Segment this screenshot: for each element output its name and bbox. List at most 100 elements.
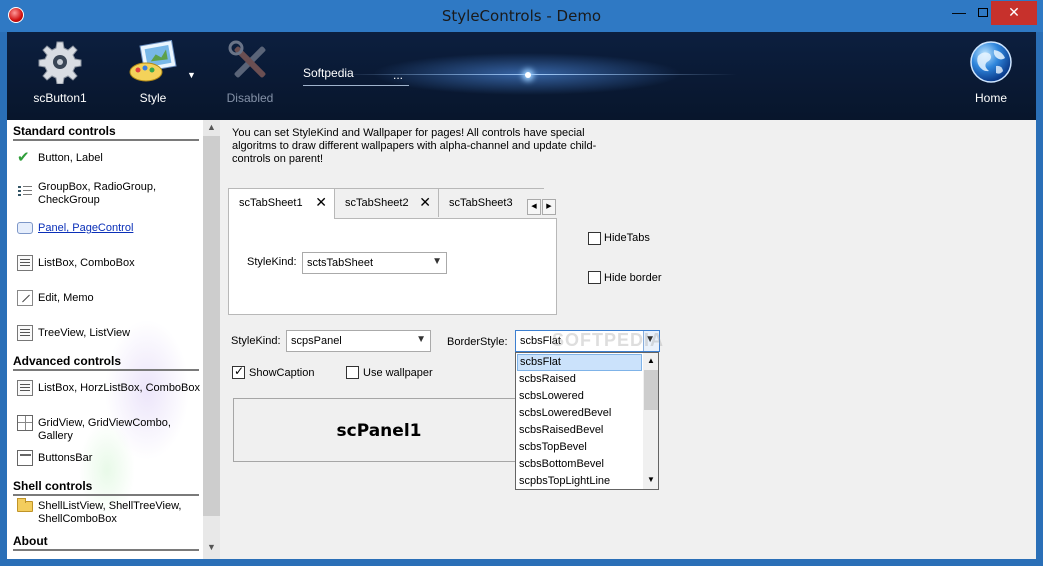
grid-icon xyxy=(17,415,33,431)
scroll-up-icon[interactable]: ▲ xyxy=(643,356,658,365)
minimize-button[interactable]: — xyxy=(944,1,974,25)
dropdown-scrollbar[interactable]: ▲ ▼ xyxy=(643,353,658,489)
group-advanced-controls[interactable]: Advanced controls xyxy=(13,354,199,371)
group-shell-controls[interactable]: Shell controls xyxy=(13,479,199,496)
sidebar-item-edit[interactable]: Edit, Memo xyxy=(17,290,203,308)
tab-sctabsheet1[interactable]: scTabSheet1 ✕ xyxy=(228,188,335,219)
list-item[interactable]: scpbsTopLightLine xyxy=(517,473,642,489)
sidebar-item-label: GridView, GridViewCombo, Gallery xyxy=(38,417,171,442)
hidetabs-checkbox[interactable] xyxy=(588,232,601,245)
toolbar-edit-value: Softpedia xyxy=(303,66,354,80)
combo-value: scpsPanel xyxy=(291,335,342,347)
list-item[interactable]: scbsLoweredBevel xyxy=(517,405,642,422)
description-text: You can set StyleKind and Wallpaper for … xyxy=(232,127,597,165)
usewallpaper-label: Use wallpaper xyxy=(363,367,433,379)
sidebar-item-label: ButtonsBar xyxy=(38,452,93,464)
sidebar: Standard controls ✔ Button, Label GroupB… xyxy=(7,120,203,559)
softpedia-watermark: SOFTPEDIA xyxy=(552,330,665,350)
showcaption-checkbox[interactable] xyxy=(232,364,245,379)
hideborder-checkbox[interactable] xyxy=(588,271,601,284)
sidebar-item-shelllistview[interactable]: ShellListView, ShellTreeView, ShellCombo… xyxy=(17,498,203,528)
window-title: StyleControls - Demo xyxy=(441,7,602,25)
globe-icon xyxy=(970,41,1012,83)
borderstyle-dropdown-list[interactable]: scbsFlat scbsRaised scbsLowered scbsLowe… xyxy=(515,352,659,490)
style-dropdown-arrow-icon[interactable]: ▼ xyxy=(187,70,196,80)
close-icon[interactable]: ✕ xyxy=(315,194,327,211)
group-about[interactable]: About xyxy=(13,534,199,551)
list-item[interactable]: scbsRaised xyxy=(517,371,642,388)
chevron-right-icon[interactable]: ▶ xyxy=(542,199,556,215)
tools-icon xyxy=(228,40,266,78)
panel-icon xyxy=(17,222,33,234)
sidebar-item-groupbox[interactable]: GroupBox, RadioGroup, CheckGroup xyxy=(17,179,203,209)
scroll-down-icon[interactable]: ▼ xyxy=(643,475,658,484)
buttonsbar-icon xyxy=(17,450,33,466)
combo-value: sctsTabSheet xyxy=(307,257,374,269)
usewallpaper-checkbox[interactable] xyxy=(346,366,359,379)
tab-page: StyleKind: sctsTabSheet ▼ xyxy=(228,218,557,315)
gear-icon xyxy=(38,41,82,85)
sidebar-item-listbox[interactable]: ListBox, ComboBox xyxy=(17,255,203,273)
borderstyle-label: BorderStyle: xyxy=(447,336,508,348)
paint-palette-icon xyxy=(129,39,177,82)
showcaption-label: ShowCaption xyxy=(249,367,315,379)
toolbar: scButton1 Style ▼ Disabled Softpedia ... xyxy=(7,32,1036,120)
sidebar-item-label: TreeView, ListView xyxy=(38,327,131,339)
panel-stylekind-combo[interactable]: scpsPanel ▼ xyxy=(286,330,431,352)
sidebar-item-buttonsbar[interactable]: ButtonsBar xyxy=(17,450,203,468)
tab-sctabsheet2[interactable]: scTabSheet2 ✕ xyxy=(334,188,439,217)
tab-stylekind-combo[interactable]: sctsTabSheet ▼ xyxy=(302,252,447,274)
tab-scroll-buttons: ◀ ▶ xyxy=(527,199,557,215)
scroll-up-icon[interactable]: ▲ xyxy=(203,122,220,132)
list-item[interactable]: scbsLowered xyxy=(517,388,642,405)
tab-label: scTabSheet1 xyxy=(239,197,303,209)
scroll-thumb[interactable] xyxy=(203,136,220,516)
tab-label: scTabSheet3 xyxy=(449,197,513,209)
tab-stylekind-label: StyleKind: xyxy=(247,256,297,268)
sidebar-item-label: ShellListView, ShellTreeView, ShellCombo… xyxy=(38,500,182,525)
close-icon[interactable]: ✕ xyxy=(419,194,431,211)
list-item[interactable]: scbsBottomBevel xyxy=(517,456,642,473)
list-item[interactable]: scbsFlat xyxy=(517,354,642,371)
list-item[interactable]: scbsRaisedBevel xyxy=(517,422,642,439)
check-icon: ✔ xyxy=(17,149,30,166)
group-standard-controls[interactable]: Standard controls xyxy=(13,124,199,141)
sidebar-item-label: Panel, PageControl xyxy=(38,222,134,234)
chevron-down-icon: ▼ xyxy=(432,256,442,267)
home-button[interactable]: Home xyxy=(961,40,1021,105)
home-label: Home xyxy=(974,91,1007,105)
sparkle-decoration xyxy=(525,72,531,78)
edit-icon xyxy=(17,290,33,306)
sidebar-item-gridview[interactable]: GridView, GridViewCombo, Gallery xyxy=(17,415,203,442)
sidebar-item-label: ListBox, ComboBox xyxy=(38,257,135,269)
disabled-button: Disabled xyxy=(215,40,285,105)
sidebar-item-horzlistbox[interactable]: ListBox, HorzListBox, ComboBox xyxy=(17,380,203,398)
hidetabs-label: HideTabs xyxy=(604,232,650,244)
scbutton1-label: scButton1 xyxy=(33,91,87,105)
sidebar-scrollbar[interactable]: ▲ ▼ xyxy=(203,120,220,559)
style-button[interactable]: Style xyxy=(113,39,193,105)
scbutton1-button[interactable]: scButton1 xyxy=(25,40,95,105)
title-bar: StyleControls - Demo — ✕ xyxy=(0,0,1043,32)
sidebar-item-label: ListBox, HorzListBox, ComboBox xyxy=(38,382,201,394)
scroll-down-icon[interactable]: ▼ xyxy=(203,542,220,552)
treeview-icon xyxy=(17,325,33,341)
maximize-button[interactable] xyxy=(974,1,992,25)
listbox-icon xyxy=(17,380,33,396)
toolbar-edit[interactable]: Softpedia ... xyxy=(303,65,409,86)
sidebar-item-button-label[interactable]: ✔ Button, Label xyxy=(17,150,203,168)
style-label: Style xyxy=(139,91,167,105)
group-icon xyxy=(17,183,33,199)
sidebar-item-treeview[interactable]: TreeView, ListView xyxy=(17,325,203,343)
sidebar-item-label: Button, Label xyxy=(38,152,103,164)
toolbar-edit-ellipsis-button[interactable]: ... xyxy=(393,68,403,82)
close-button[interactable]: ✕ xyxy=(991,1,1037,25)
scroll-thumb[interactable] xyxy=(644,370,658,410)
tab-label: scTabSheet2 xyxy=(345,197,409,209)
sidebar-item-panel[interactable]: Panel, PageControl xyxy=(17,220,203,238)
page-control: scTabSheet1 ✕ scTabSheet2 ✕ scTabSheet3 … xyxy=(228,188,557,315)
chevron-left-icon[interactable]: ◀ xyxy=(527,199,541,215)
hideborder-label: Hide border xyxy=(604,272,662,284)
scpanel1[interactable]: scPanel1 xyxy=(233,398,523,462)
list-item[interactable]: scbsTopBevel xyxy=(517,439,642,456)
